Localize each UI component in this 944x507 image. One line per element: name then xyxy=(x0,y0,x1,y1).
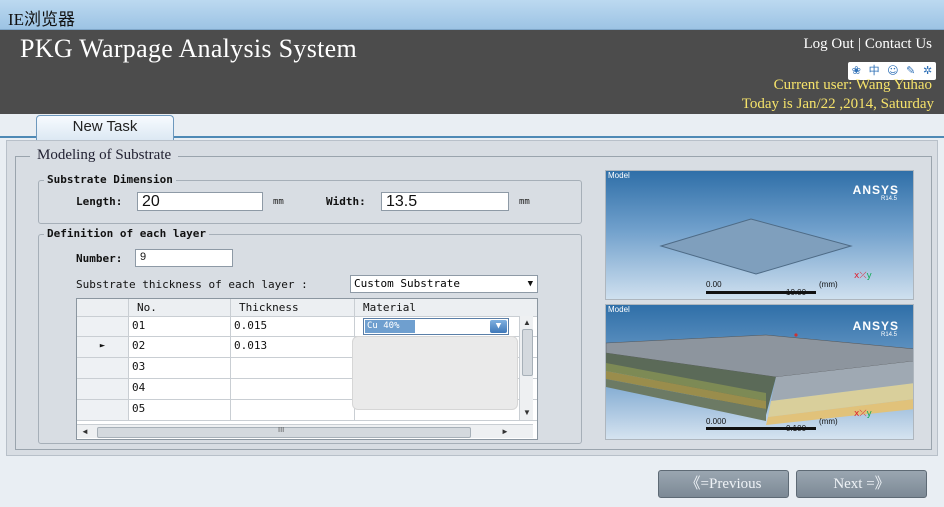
previous-button[interactable]: 《=Previous xyxy=(658,470,789,498)
top-links: Log Out | Contact Us xyxy=(803,36,932,53)
scroll-down-icon[interactable]: ▼ xyxy=(523,408,531,417)
logout-link[interactable]: Log Out xyxy=(803,36,853,52)
scroll-right-icon[interactable]: ► xyxy=(501,427,509,436)
scale-unit: (mm) xyxy=(819,417,838,426)
layer-legend: Definition of each layer xyxy=(44,227,209,240)
table-cell-no[interactable]: 04 xyxy=(129,379,231,400)
axis-triad-icon: x⤫y xyxy=(854,409,872,419)
dimension-legend: Substrate Dimension xyxy=(44,173,176,186)
scale-start: 0.00 xyxy=(706,280,722,289)
next-button[interactable]: Next =》 xyxy=(796,470,927,498)
vertical-scroll-thumb[interactable] xyxy=(522,329,533,376)
vertical-scrollbar[interactable]: ▲ ▼ xyxy=(519,316,533,420)
column-header-material[interactable]: Material xyxy=(355,299,537,317)
model-preview-bottom: Model ANSYS R14.5 0.000 0.100 (mm) x⤫y xyxy=(605,304,914,440)
window-titlebar: IE浏览器 xyxy=(0,0,944,30)
link-separator: | xyxy=(857,36,861,52)
table-cell-no[interactable]: 05 xyxy=(129,400,231,421)
today-date: Today is Jan/22 ,2014, Saturday xyxy=(741,96,934,112)
length-unit: mm xyxy=(273,197,284,207)
current-row-indicator[interactable]: ► xyxy=(77,337,129,358)
current-user: Current user: Wang Yuhao xyxy=(773,77,932,93)
number-label: Number: xyxy=(76,252,123,265)
axis-triad-icon: x⤫y xyxy=(854,271,872,281)
material-combobox[interactable]: Cu 40% ▼ xyxy=(363,318,509,335)
width-input[interactable]: 13.5 xyxy=(381,192,509,211)
layered-substrate-shape xyxy=(606,333,913,425)
scale-unit: (mm) xyxy=(819,280,838,289)
contact-us-link[interactable]: Contact Us xyxy=(865,36,932,52)
table-cell-thickness[interactable] xyxy=(231,400,355,421)
scroll-grip: III xyxy=(278,426,285,434)
table-cell-thickness[interactable] xyxy=(231,379,355,400)
row-header[interactable] xyxy=(77,317,129,337)
row-header[interactable] xyxy=(77,358,129,379)
window-title: IE浏览器 xyxy=(8,10,76,29)
column-header-thickness[interactable]: Thickness xyxy=(231,299,355,317)
thickness-mode-select[interactable]: Custom Substrate ▼ xyxy=(350,275,538,293)
chevron-down-icon: ▼ xyxy=(527,279,533,289)
horizontal-scroll-thumb[interactable]: III xyxy=(97,426,471,438)
table-cell-thickness[interactable] xyxy=(231,358,355,379)
modeling-legend: Modeling of Substrate xyxy=(30,147,179,164)
scroll-left-icon[interactable]: ◄ xyxy=(81,427,89,436)
column-header-no[interactable]: No. xyxy=(129,299,231,317)
table-cell-no[interactable]: 02 xyxy=(129,337,231,358)
width-unit: mm xyxy=(519,197,530,207)
tab-new-task[interactable]: New Task xyxy=(36,115,174,140)
scale-start: 0.000 xyxy=(706,417,727,426)
material-selected-value: Cu 40% xyxy=(365,320,415,333)
model-preview-top: Model ANSYS R14.5 0.00 10.00 (mm) x⤫y xyxy=(605,170,914,300)
scroll-up-icon[interactable]: ▲ xyxy=(523,318,531,327)
table-cell-no[interactable]: 03 xyxy=(129,358,231,379)
table-cell-thickness[interactable]: 0.015 xyxy=(231,317,355,337)
row-header[interactable] xyxy=(77,379,129,400)
material-dropdown-list[interactable] xyxy=(352,336,518,410)
horizontal-scrollbar[interactable]: ◄ III ► xyxy=(77,424,533,438)
length-input[interactable]: 20 xyxy=(137,192,263,211)
grid-corner xyxy=(77,299,129,317)
length-label: Length: xyxy=(76,195,123,208)
width-label: Width: xyxy=(326,195,366,208)
number-input[interactable]: 9 xyxy=(135,249,233,267)
table-cell-no[interactable]: 01 xyxy=(129,317,231,337)
row-header[interactable] xyxy=(77,400,129,421)
scale-end: 0.100 xyxy=(786,424,807,433)
table-cell-thickness[interactable]: 0.013 xyxy=(231,337,355,358)
scale-end: 10.00 xyxy=(786,288,807,297)
thickness-mode-label: Substrate thickness of each layer : xyxy=(76,278,308,291)
chevron-down-icon[interactable]: ▼ xyxy=(490,320,507,333)
app-title: PKG Warpage Analysis System xyxy=(20,34,358,63)
thickness-mode-value: Custom Substrate xyxy=(354,277,460,290)
